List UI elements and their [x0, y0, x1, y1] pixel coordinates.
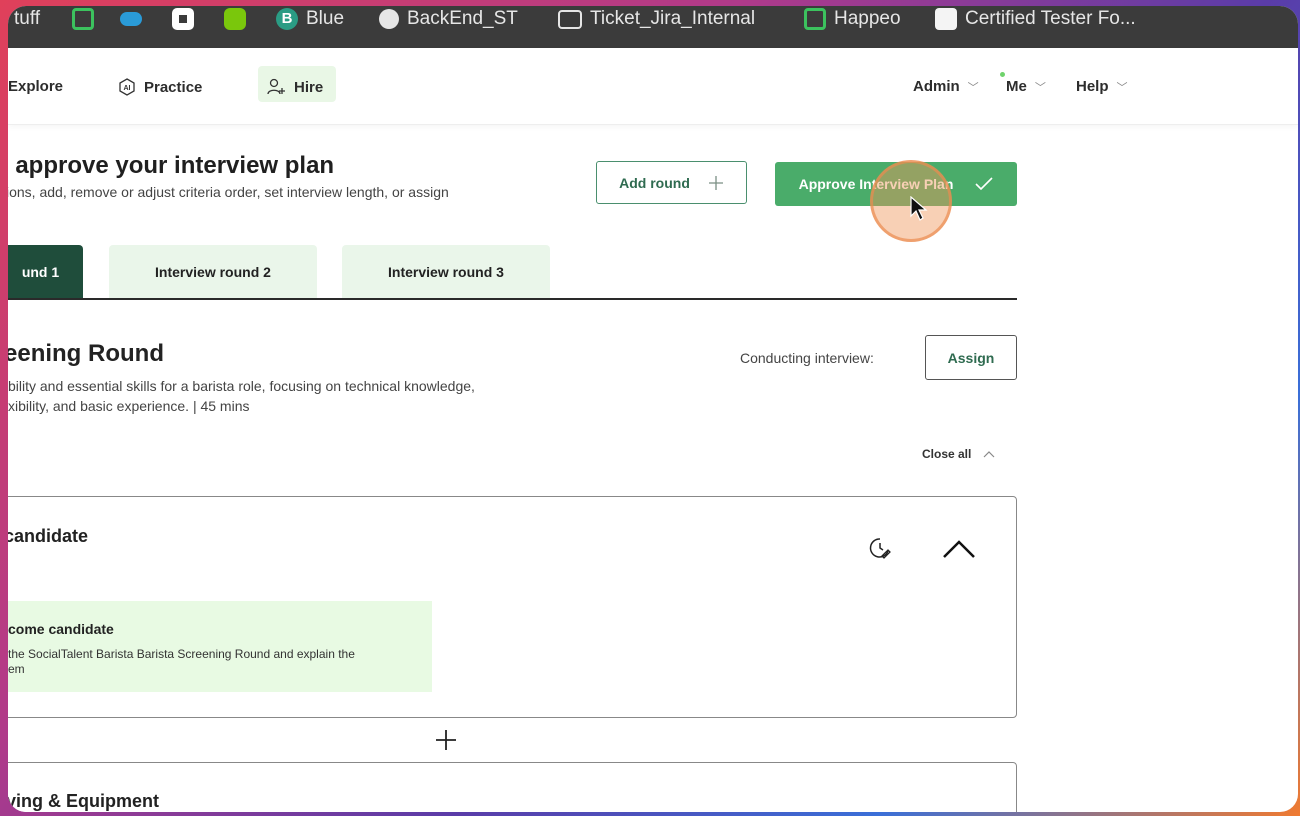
nav-me-label: Me — [1006, 78, 1027, 95]
tab-round-2[interactable]: Interview round 2 — [109, 245, 317, 299]
close-all-toggle[interactable]: Close all — [922, 447, 995, 461]
chat-icon — [804, 8, 826, 30]
bookmark-label: Blue — [306, 8, 345, 29]
nav-practice-label: Practice — [144, 78, 203, 96]
bookmark-happeo[interactable]: Happeo — [804, 6, 901, 32]
b-letter-icon: B — [276, 8, 298, 30]
bookmark-backend[interactable]: BackEnd_ST — [379, 6, 518, 32]
certificate-icon — [935, 8, 957, 30]
bookmark-tuff[interactable]: tuff — [14, 6, 40, 32]
section-title: ving & Equipment — [8, 791, 159, 811]
bookmark-ticket-jira[interactable]: Ticket_Jira_Internal — [558, 6, 755, 32]
checkmark-icon — [975, 177, 993, 191]
nav-explore[interactable]: Explore — [8, 78, 63, 95]
assign-button[interactable]: Assign — [925, 335, 1017, 380]
question-text: the SocialTalent Barista Barista Screeni… — [8, 647, 428, 677]
salesforce-cloud-icon — [120, 12, 142, 26]
chevron-down-icon: ﹀ — [967, 81, 979, 94]
nav-hire-label: Hire — [294, 78, 324, 96]
nav-help[interactable]: Help ﹀ — [1076, 78, 1128, 95]
top-nav: Explore AI Practice Hire Admin ﹀ Me ﹀ He… — [8, 48, 1298, 125]
nav-admin-label: Admin — [913, 78, 960, 95]
conducting-label: Conducting interview: — [740, 350, 874, 366]
add-section-plus-icon[interactable] — [434, 728, 458, 752]
browser-window: tuff B Blue BackEnd_ST Ticket_Jira_Inter… — [8, 6, 1298, 812]
question-title: come candidate — [8, 621, 114, 637]
tab-divider — [8, 298, 1017, 300]
plus-icon — [708, 175, 723, 190]
round-description: bility and essential skills for a barist… — [8, 376, 568, 416]
folder-icon — [558, 9, 582, 29]
bookmark-label: BackEnd_ST — [407, 8, 518, 29]
bookmark-blue[interactable]: B Blue — [276, 6, 344, 32]
add-round-label: Add round — [619, 174, 690, 191]
bookmark-label: Happeo — [834, 8, 901, 29]
chevron-up-icon — [983, 451, 995, 458]
round-title: eening Round — [8, 340, 164, 367]
ai-icon: AI — [119, 78, 135, 96]
bookmark-app[interactable] — [172, 6, 194, 32]
bookmark-label: Certified Tester Fo... — [965, 8, 1136, 29]
add-round-button[interactable]: Add round — [596, 161, 747, 204]
nav-me[interactable]: Me ﹀ — [1006, 78, 1046, 95]
nav-admin[interactable]: Admin ﹀ — [913, 78, 979, 95]
bookmark-certified[interactable]: Certified Tester Fo... — [935, 6, 1136, 32]
question-text-line: the SocialTalent Barista Barista Screeni… — [8, 647, 355, 661]
tab-label: Interview round 2 — [155, 264, 271, 280]
timer-edit-icon[interactable] — [868, 536, 892, 560]
status-dot — [1000, 72, 1005, 77]
chevron-down-icon: ﹀ — [1034, 81, 1046, 94]
chevron-down-icon: ﹀ — [1116, 81, 1128, 94]
mouse-cursor-icon — [910, 196, 928, 221]
bookmark-salesforce[interactable] — [120, 6, 142, 32]
chat-icon — [72, 8, 94, 30]
add-person-icon — [267, 78, 285, 95]
bookmark-label: Ticket_Jira_Internal — [590, 8, 756, 29]
round-description-line: bility and essential skills for a barist… — [8, 378, 475, 394]
collapse-chevron-icon[interactable] — [942, 539, 976, 559]
page-title: l approve your interview plan — [8, 152, 335, 179]
bookmark-owl[interactable] — [224, 6, 246, 32]
svg-text:AI: AI — [124, 85, 131, 92]
app-square-icon — [172, 8, 194, 30]
round-description-line: xibility, and basic experience. | 45 min… — [8, 398, 250, 414]
bookmark-label: tuff — [14, 8, 41, 29]
owl-icon — [224, 8, 246, 30]
close-all-label: Close all — [922, 447, 972, 461]
nav-explore-label: Explore — [8, 78, 64, 95]
question-text-line: em — [8, 662, 25, 676]
bookmark-chat[interactable] — [72, 6, 94, 32]
tab-round-3[interactable]: Interview round 3 — [342, 245, 550, 299]
tab-label: Interview round 3 — [388, 264, 504, 280]
bookmarks-bar: tuff B Blue BackEnd_ST Ticket_Jira_Inter… — [8, 6, 1298, 48]
section-card — [8, 762, 1017, 812]
nav-help-label: Help — [1076, 78, 1109, 95]
assign-label: Assign — [947, 349, 995, 366]
page-subtitle: ions, add, remove or adjust criteria ord… — [8, 184, 449, 200]
globe-icon — [379, 9, 399, 29]
nav-practice[interactable]: AI Practice — [118, 78, 202, 96]
section-title: candidate — [8, 526, 89, 546]
tab-round-1[interactable]: und 1 — [8, 245, 83, 299]
tab-label: und 1 — [21, 264, 60, 280]
nav-hire[interactable]: Hire — [266, 78, 323, 96]
